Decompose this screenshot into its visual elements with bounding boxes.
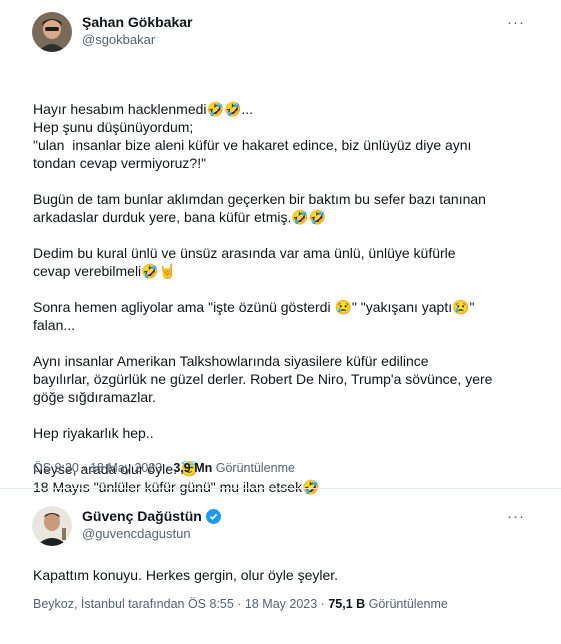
tweet-line: "ulan insanlar bize aleni küfür ve hakar… [33,137,472,153]
author-handle[interactable]: @sgokbakar [82,32,193,47]
view-count: 75,1 B [328,597,366,611]
tweet-line: arkadaslar durduk yere, bana küfür etmiş… [33,209,327,225]
tweet-timestamp[interactable]: Beykoz, İstanbul tarafından ÖS 8:55 · 18… [33,597,328,611]
tweet-line: bayılırlar, özgürlük ne güzel derler. Ro… [33,371,493,387]
tweet-line: Hep şunu düşünüyordum; [33,119,194,135]
views-label: Görüntülenme [212,461,295,475]
tweet-line: Dedim bu kural ünlü ve ünsüz arasında va… [33,245,456,261]
tweet-meta: Beykoz, İstanbul tarafından ÖS 8:55 · 18… [33,597,448,611]
view-count: 3,9 Mn [173,461,213,475]
tweet-line: göğe sığdıramazlar. [33,389,156,405]
tweet-line: falan... [33,317,76,333]
tweet-line: 18 Mayıs "ünlüler küfür günü" mu ilan et… [33,479,320,495]
tweet-line: Sonra hemen agliyolar ama "işte özünü gö… [33,299,475,315]
avatar[interactable] [32,12,72,52]
tweet-text: Kapattım konuyu. Herkes gergin, olur öyl… [33,567,339,583]
verified-badge-icon [205,508,221,524]
more-options-icon[interactable]: ··· [507,508,525,525]
avatar[interactable] [32,506,72,546]
tweet-meta: ÖS 9:30 · 18 May 2023 · 3,9 Mn Görüntüle… [33,461,295,475]
tweet-1: Şahan Gökbakar @sgokbakar ··· Hayır hesa… [0,0,561,495]
author-handle[interactable]: @guvencdagustun [82,526,221,541]
tweet-line: Bugün de tam bunlar aklımdan geçerken bi… [33,191,486,207]
tweet-timestamp[interactable]: ÖS 9:30 · 18 May 2023 · [33,461,173,475]
tweet-2: Güvenç Dağüstün @guvencdagustun ··· Kapa… [0,496,561,644]
divider [0,488,561,489]
tweet-line: Aynı insanlar Amerikan Talkshowlarında s… [33,353,429,369]
more-options-icon[interactable]: ··· [507,14,525,31]
author-name[interactable]: Şahan Gökbakar [82,14,193,30]
views-label: Görüntülenme [365,597,448,611]
tweet-line: Hep riyakarlık hep.. [33,425,154,441]
tweet-line: tondan cevap vermiyoruz?!" [33,155,207,171]
author-name[interactable]: Güvenç Dağüstün [82,508,202,524]
tweet-line: cevap verebilmeli🤣🤘 [33,263,177,279]
tweet-line: Hayır hesabım hacklenmedi🤣🤣... [33,101,254,117]
